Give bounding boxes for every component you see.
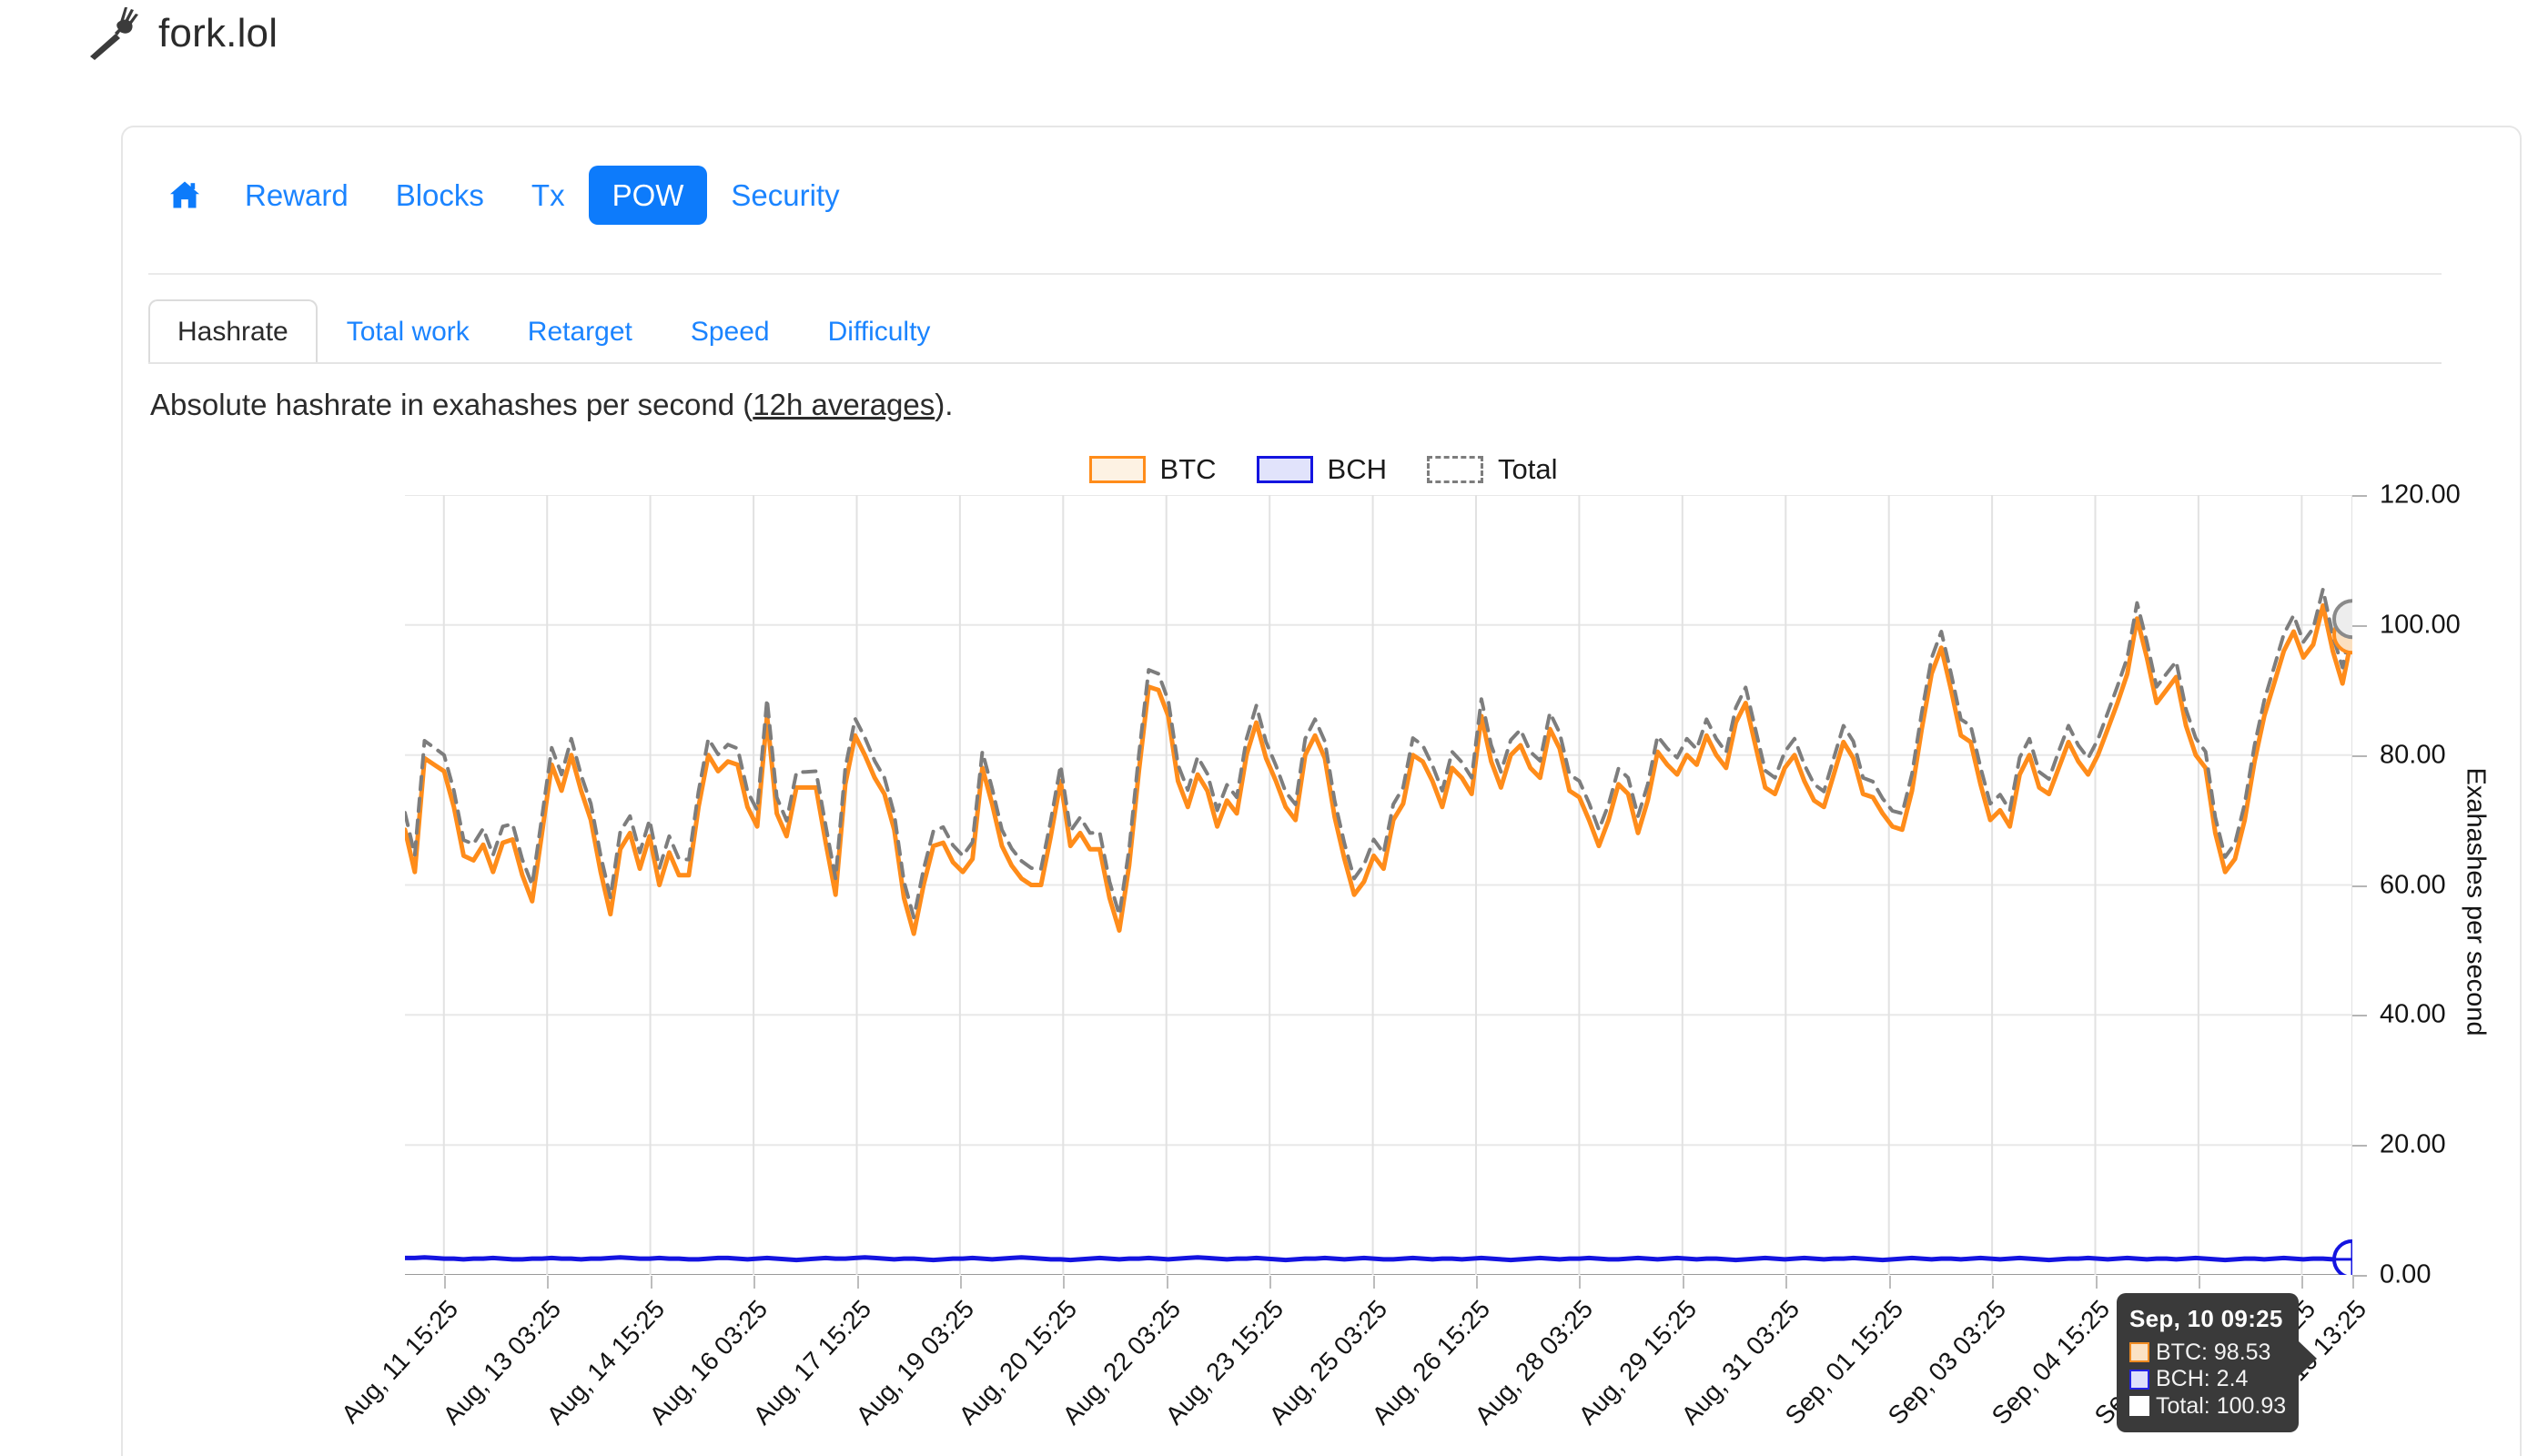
y-tick-label: 80.00 <box>2380 740 2446 770</box>
legend-label-btc: BTC <box>1159 453 1217 485</box>
primary-nav: Reward Blocks Tx POW Security <box>148 149 864 240</box>
home-icon <box>170 181 199 208</box>
x-tick-mark <box>547 1276 550 1289</box>
legend-label-total: Total <box>1497 453 1558 485</box>
x-tick-mark <box>2095 1276 2098 1289</box>
x-tick-mark <box>856 1276 859 1289</box>
nav-home[interactable] <box>148 169 221 220</box>
x-tick-mark <box>959 1276 962 1289</box>
legend-swatch-btc <box>1088 455 1146 483</box>
tab-total-work[interactable]: Total work <box>318 299 499 364</box>
tooltip-text-bch: BCH: 2.4 <box>2156 1366 2249 1391</box>
x-tick-mark <box>650 1276 652 1289</box>
legend-swatch-total <box>1426 455 1483 483</box>
legend-swatch-bch <box>1256 455 1313 483</box>
tab-retarget[interactable]: Retarget <box>499 299 662 364</box>
tab-speed[interactable]: Speed <box>662 299 799 364</box>
nav-reward[interactable]: Reward <box>221 166 372 225</box>
tooltip-swatch-btc <box>2129 1342 2149 1363</box>
y-tick-mark <box>2352 624 2367 627</box>
y-tick-label: 40.00 <box>2380 999 2446 1029</box>
x-tick-mark <box>1785 1276 1788 1289</box>
x-tick-mark <box>753 1276 756 1289</box>
tooltip-text-total: Total: 100.93 <box>2156 1392 2287 1419</box>
tab-hashrate[interactable]: Hashrate <box>148 299 318 364</box>
y-tick-mark <box>2352 1015 2367 1017</box>
plot-area[interactable] <box>405 495 2352 1275</box>
nav-divider <box>148 273 2442 275</box>
desc-prefix: Absolute hashrate in exahashes per secon… <box>150 388 753 421</box>
x-axis: Aug, 11 15:25 Aug, 13 03:25 Aug, 14 15:25 A… <box>336 1276 2371 1456</box>
subtabs-rule <box>148 362 2442 364</box>
y-axis: 0.00 20.00 40.00 60.00 80.00 100.00 120.00 <box>2352 481 2525 1289</box>
x-tick-mark <box>1166 1276 1168 1289</box>
x-tick-mark <box>1992 1276 1995 1289</box>
chart-description: Absolute hashrate in exahashes per secon… <box>150 389 953 420</box>
nav-security[interactable]: Security <box>707 166 863 225</box>
main-card: Reward Blocks Tx POW Security Hashrate T… <box>121 126 2522 1456</box>
y-tick-label: 120.00 <box>2380 480 2461 510</box>
legend-item-bch[interactable]: BCH <box>1256 453 1387 485</box>
chart-tooltip: Sep, 10 09:25 BTC: 98.53 BCH: 2.4 Total:… <box>2117 1293 2317 1432</box>
brand-logo[interactable]: fork.lol <box>87 5 278 62</box>
tooltip-row-btc: BTC: 98.53 <box>2129 1340 2286 1367</box>
y-tick-label: 20.00 <box>2380 1129 2446 1159</box>
page-root: fork.lol Reward Blocks Tx POW Security H… <box>0 0 2548 1456</box>
tab-difficulty[interactable]: Difficulty <box>799 299 960 364</box>
legend-item-total[interactable]: Total <box>1426 453 1558 485</box>
legend-label-bch: BCH <box>1327 453 1387 485</box>
x-tick-mark <box>1682 1276 1684 1289</box>
tooltip-swatch-bch <box>2129 1369 2149 1390</box>
desc-suffix: ). <box>935 388 954 421</box>
y-tick-mark <box>2352 495 2367 497</box>
x-tick-mark <box>1476 1276 1478 1289</box>
plot-svg <box>405 495 2352 1275</box>
y-tick-label: 0.00 <box>2380 1259 2432 1289</box>
y-axis-title: Exahashes per second <box>2461 767 2491 1036</box>
y-tick-mark <box>2352 885 2367 887</box>
tooltip-swatch-total <box>2129 1396 2149 1417</box>
y-tick-label: 100.00 <box>2380 610 2461 640</box>
nav-tx[interactable]: Tx <box>508 166 589 225</box>
nav-blocks[interactable]: Blocks <box>372 166 508 225</box>
x-tick-mark <box>1372 1276 1375 1289</box>
tooltip-pointer <box>2298 1340 2317 1377</box>
tooltip-title: Sep, 10 09:25 <box>2129 1305 2283 1332</box>
tooltip-row-total: Total: 100.93 <box>2129 1393 2286 1421</box>
x-tick-mark <box>2352 1276 2354 1289</box>
nav-pow[interactable]: POW <box>588 165 708 225</box>
hashrate-chart: 0.00 20.00 40.00 60.00 80.00 100.00 120.00 Exa… <box>123 481 2525 1456</box>
y-tick-mark <box>2352 754 2367 757</box>
chart-legend: BTC BCH Total <box>123 455 2523 483</box>
brand-name: fork.lol <box>158 11 278 56</box>
x-tick-mark <box>443 1276 446 1289</box>
tooltip-row-bch: BCH: 2.4 <box>2129 1366 2286 1393</box>
y-tick-mark <box>2352 1275 2367 1277</box>
fork-icon <box>90 7 138 60</box>
x-tick-mark <box>1269 1276 1272 1289</box>
x-tick-mark <box>1888 1276 1891 1289</box>
y-tick-mark <box>2352 1145 2367 1148</box>
averages-link[interactable]: 12h averages <box>753 388 935 421</box>
x-tick-mark <box>1063 1276 1066 1289</box>
legend-item-btc[interactable]: BTC <box>1088 453 1217 485</box>
tooltip-text-btc: BTC: 98.53 <box>2156 1339 2271 1365</box>
x-tick-mark <box>1579 1276 1582 1289</box>
x-tick-mark <box>2198 1276 2200 1289</box>
x-tick-mark <box>2301 1276 2304 1289</box>
y-tick-label: 60.00 <box>2380 870 2446 899</box>
sub-tabs: Hashrate Total work Retarget Speed Diffi… <box>148 297 959 364</box>
